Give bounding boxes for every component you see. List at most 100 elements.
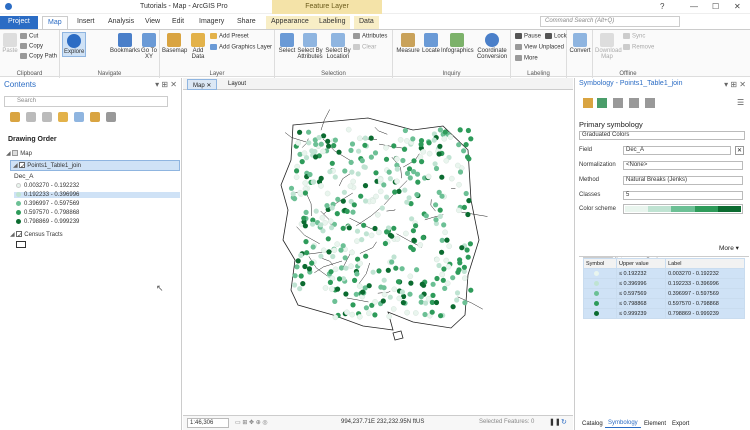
point-feature[interactable] xyxy=(395,279,402,285)
point-feature[interactable] xyxy=(290,191,296,197)
point-feature[interactable] xyxy=(293,174,300,180)
tab-labeling[interactable]: Labeling xyxy=(314,16,351,29)
point-feature[interactable] xyxy=(354,271,360,277)
primary-symbology-icon[interactable] xyxy=(583,98,593,108)
point-feature[interactable] xyxy=(430,281,436,287)
point-feature[interactable] xyxy=(295,140,301,146)
point-feature[interactable] xyxy=(302,190,308,196)
point-feature[interactable] xyxy=(411,169,417,175)
point-feature[interactable] xyxy=(309,260,315,266)
point-feature[interactable] xyxy=(389,233,395,239)
point-feature[interactable] xyxy=(336,149,342,155)
point-feature[interactable] xyxy=(324,203,330,209)
point-feature[interactable] xyxy=(348,159,354,165)
point-feature[interactable] xyxy=(400,157,406,164)
point-feature[interactable] xyxy=(450,275,456,281)
point-feature[interactable] xyxy=(463,190,469,197)
tab-analysis[interactable]: Analysis xyxy=(103,16,139,29)
point-feature[interactable] xyxy=(386,169,392,175)
point-feature[interactable] xyxy=(350,302,356,308)
point-feature[interactable] xyxy=(411,237,417,243)
renderer-dropdown[interactable]: Graduated Colors xyxy=(579,131,745,140)
more-menu-button[interactable]: More ▾ xyxy=(719,244,739,252)
point-feature[interactable] xyxy=(324,190,331,197)
point-feature[interactable] xyxy=(304,250,310,256)
point-feature[interactable] xyxy=(409,216,415,222)
point-feature[interactable] xyxy=(414,192,420,198)
point-feature[interactable] xyxy=(319,214,326,221)
point-feature[interactable] xyxy=(468,136,474,142)
infographics-button[interactable]: Infographics xyxy=(441,33,474,54)
point-feature[interactable] xyxy=(350,209,356,215)
point-feature[interactable] xyxy=(386,313,392,320)
bookmarks-button[interactable]: Bookmarks xyxy=(110,33,140,54)
point-feature[interactable] xyxy=(350,178,356,185)
list-by-perspective-icon[interactable] xyxy=(106,112,116,122)
point-feature[interactable] xyxy=(426,140,432,146)
point-feature[interactable] xyxy=(434,275,440,282)
point-feature[interactable] xyxy=(348,147,354,153)
point-feature[interactable] xyxy=(394,166,400,172)
legend-class-1[interactable]: 0.003270 - 0.192232 xyxy=(16,183,79,189)
point-feature[interactable] xyxy=(297,129,303,135)
point-feature[interactable] xyxy=(329,160,335,166)
point-feature[interactable] xyxy=(381,277,387,283)
point-feature[interactable] xyxy=(328,269,334,275)
pane-tab-catalog[interactable]: Catalog xyxy=(579,420,606,428)
menu-icon[interactable]: ☰ xyxy=(737,98,744,107)
point-feature[interactable] xyxy=(356,313,363,320)
point-feature[interactable] xyxy=(465,211,471,218)
point-feature[interactable] xyxy=(331,247,338,253)
point-feature[interactable] xyxy=(332,298,338,304)
point-feature[interactable] xyxy=(348,263,354,269)
point-feature[interactable] xyxy=(354,228,361,234)
point-feature[interactable] xyxy=(411,158,417,164)
table-row[interactable]: ≤ 0.999239 0.798869 - 0.999239 xyxy=(582,308,745,319)
point-feature[interactable] xyxy=(372,298,378,305)
tab-view[interactable]: View xyxy=(140,16,165,29)
paste-button[interactable]: Paste xyxy=(2,33,18,54)
point-feature[interactable] xyxy=(306,129,312,135)
point-feature[interactable] xyxy=(441,266,447,272)
point-feature[interactable] xyxy=(419,281,425,287)
coordinate-conversion-button[interactable]: Coordinate Conversion xyxy=(475,33,509,60)
point-feature[interactable] xyxy=(387,294,393,300)
point-feature[interactable] xyxy=(385,267,391,273)
layer-census-tracts-item[interactable]: ◢ ✓ Census Tracts xyxy=(10,231,63,239)
point-feature[interactable] xyxy=(331,143,337,149)
point-feature[interactable] xyxy=(368,154,374,160)
point-feature[interactable] xyxy=(410,136,416,142)
point-feature[interactable] xyxy=(363,231,369,237)
point-feature[interactable] xyxy=(389,259,395,265)
explore-button[interactable]: Explore xyxy=(62,32,86,57)
point-feature[interactable] xyxy=(401,146,408,152)
list-by-selection-icon[interactable] xyxy=(42,112,52,122)
point-feature[interactable] xyxy=(404,309,410,316)
pane-controls-icon[interactable]: ▾ ⊞ ✕ xyxy=(155,80,177,89)
sync-button[interactable]: Sync xyxy=(623,33,645,40)
measure-button[interactable]: Measure xyxy=(395,33,421,54)
convert-button[interactable]: Convert xyxy=(569,33,591,54)
map-tree-item[interactable]: ◢ Map xyxy=(6,150,32,157)
point-feature[interactable] xyxy=(373,170,379,176)
map-canvas[interactable] xyxy=(183,90,573,415)
point-feature[interactable] xyxy=(349,249,355,256)
layer-points1-item[interactable]: ◢ ✓ Points1_Table1_join xyxy=(10,160,180,171)
point-feature[interactable] xyxy=(461,148,467,154)
contents-search-input[interactable]: Search xyxy=(4,96,168,107)
point-feature[interactable] xyxy=(399,289,405,295)
point-feature[interactable] xyxy=(332,137,338,143)
point-feature[interactable] xyxy=(376,268,382,274)
pane-tab-symbology[interactable]: Symbology xyxy=(605,419,641,428)
point-feature[interactable] xyxy=(431,137,437,143)
point-feature[interactable] xyxy=(381,182,387,188)
point-feature[interactable] xyxy=(294,168,300,174)
point-feature[interactable] xyxy=(418,141,424,147)
point-feature[interactable] xyxy=(354,238,360,244)
point-feature[interactable] xyxy=(306,140,312,146)
normalization-dropdown[interactable]: <None> xyxy=(623,161,743,170)
point-feature[interactable] xyxy=(338,265,345,271)
point-feature[interactable] xyxy=(340,198,346,204)
point-feature[interactable] xyxy=(387,176,393,182)
point-feature[interactable] xyxy=(391,143,397,149)
